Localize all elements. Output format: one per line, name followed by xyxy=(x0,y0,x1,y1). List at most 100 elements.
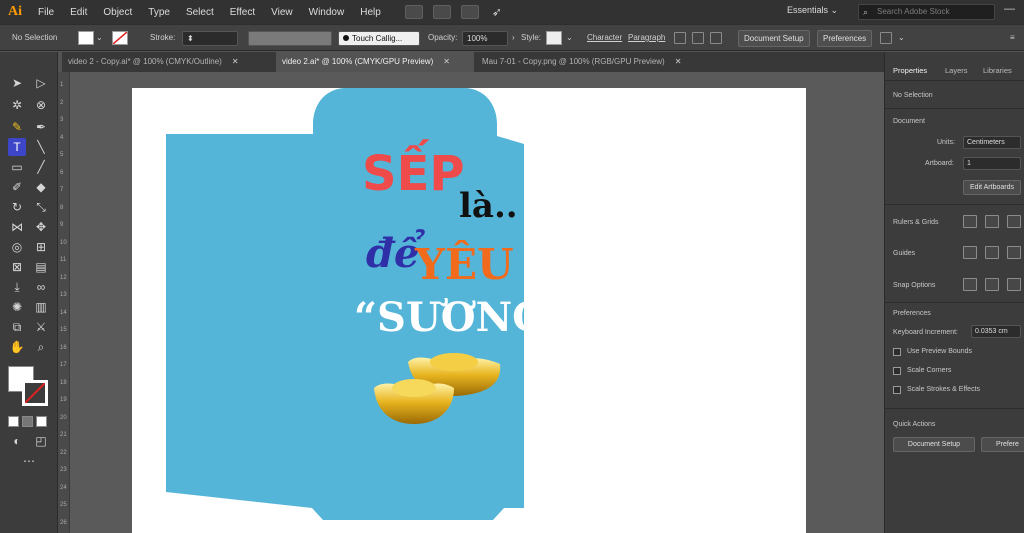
close-icon[interactable]: ✕ xyxy=(232,57,239,66)
width-tool-icon[interactable]: ⋈ xyxy=(8,218,26,236)
fill-swatch[interactable] xyxy=(78,31,94,45)
stock-search-input[interactable]: ⌕ Search Adobe Stock xyxy=(858,4,995,20)
pen-tool-icon[interactable]: ✎ xyxy=(8,118,26,136)
tab-video-2[interactable]: video 2.ai* @ 100% (CMYK/GPU Preview) ✕ xyxy=(276,52,474,72)
menu-edit[interactable]: Edit xyxy=(62,7,95,18)
menu-effect[interactable]: Effect xyxy=(222,7,263,18)
stroke-weight-field[interactable]: ⬍ xyxy=(182,31,238,46)
menu-view[interactable]: View xyxy=(263,7,301,18)
color-mode-icon[interactable] xyxy=(8,416,19,427)
chevron-down-icon[interactable]: ⌄ xyxy=(898,33,905,42)
menu-type[interactable]: Type xyxy=(140,7,178,18)
line-segment-tool-icon[interactable]: ╲ xyxy=(32,138,50,156)
direct-selection-tool-icon[interactable]: ▷ xyxy=(32,74,50,92)
artwork-text-sep[interactable]: SẾP xyxy=(362,146,465,202)
panel-menu-icon[interactable]: ≡ xyxy=(1010,33,1015,42)
menu-select[interactable]: Select xyxy=(178,7,222,18)
shape-builder-tool-icon[interactable]: ◎ xyxy=(8,238,26,256)
canvas[interactable]: SẾP là.. để YÊU “SƯƠNG” xyxy=(70,72,884,533)
type-tool-icon[interactable]: T xyxy=(8,138,26,156)
preferences-button[interactable]: Preferences xyxy=(817,30,873,47)
perspective-grid-tool-icon[interactable]: ⊞ xyxy=(32,238,50,256)
lasso-tool-icon[interactable]: ⊗ xyxy=(32,96,50,114)
document-setup-button[interactable]: Document Setup xyxy=(738,30,810,47)
eraser-tool-icon[interactable]: ◆ xyxy=(32,178,50,196)
magic-wand-tool-icon[interactable]: ✲ xyxy=(8,96,26,114)
tab-video-2-copy[interactable]: video 2 - Copy.ai* @ 100% (CMYK/Outline)… xyxy=(62,52,276,72)
chevron-down-icon[interactable]: ⌄ xyxy=(566,33,573,42)
artwork-text-de[interactable]: để xyxy=(366,230,419,277)
screen-mode-icon[interactable]: ◰ xyxy=(32,432,50,450)
align-left-icon[interactable] xyxy=(674,32,686,44)
workspace-switcher[interactable]: Essentials ⌄ xyxy=(787,5,838,16)
free-transform-tool-icon[interactable]: ✥ xyxy=(32,218,50,236)
units-select[interactable]: Centimeters xyxy=(963,136,1021,149)
draw-normal-icon[interactable]: ◐ xyxy=(8,432,26,450)
lock-guides-icon[interactable] xyxy=(985,246,999,259)
eyedropper-tool-icon[interactable]: ⤓ xyxy=(8,278,26,296)
snap-grid-icon[interactable] xyxy=(985,278,999,291)
scale-corners-checkbox[interactable] xyxy=(893,367,901,375)
artboard-select[interactable]: 1 xyxy=(963,157,1021,170)
minimize-icon[interactable]: — xyxy=(1004,3,1015,15)
arrange-documents-icon[interactable] xyxy=(460,5,479,19)
variable-width-profile[interactable] xyxy=(248,31,332,46)
gpu-performance-icon[interactable]: ➶ xyxy=(492,5,502,19)
use-preview-bounds-checkbox[interactable] xyxy=(893,348,901,356)
column-graph-tool-icon[interactable]: ▥ xyxy=(32,298,50,316)
gradient-tool-icon[interactable]: ▤ xyxy=(32,258,50,276)
menu-window[interactable]: Window xyxy=(301,7,353,18)
artwork-text-yeu[interactable]: YÊU xyxy=(415,240,514,289)
artwork-text-suong[interactable]: “SƯƠNG” xyxy=(354,294,569,341)
chevron-right-icon[interactable]: › xyxy=(512,33,515,42)
blend-tool-icon[interactable]: ∞ xyxy=(32,278,50,296)
vertical-ruler[interactable]: 1 2 3 4 5 6 7 8 9 10 11 12 13 14 15 16 17 18 19 20 21 22 23 24 2… xyxy=(58,72,70,533)
quick-document-setup-button[interactable]: Document Setup xyxy=(893,437,975,452)
tab-libraries[interactable]: Libraries xyxy=(983,66,1012,75)
gold-ingot-icon[interactable] xyxy=(372,348,512,438)
shaper-tool-icon[interactable]: ✐ xyxy=(8,178,26,196)
smart-guides-icon[interactable] xyxy=(1007,246,1021,259)
tab-mau-7-01[interactable]: Mau 7-01 - Copy.png @ 100% (RGB/GPU Prev… xyxy=(476,52,712,72)
keyboard-increment-field[interactable]: 0.0353 cm xyxy=(971,325,1021,338)
edit-artboards-button[interactable]: Edit Artboards xyxy=(963,180,1021,195)
grid-toggle-icon[interactable] xyxy=(985,215,999,228)
stroke-swatch[interactable] xyxy=(112,31,128,45)
guides-toggle-icon[interactable] xyxy=(963,246,977,259)
gradient-mode-icon[interactable] xyxy=(22,416,33,427)
chevron-down-icon[interactable]: ⌄ xyxy=(96,33,103,42)
artboard-tool-icon[interactable]: ⧉ xyxy=(8,318,26,336)
brush-definition[interactable]: Touch Callig... xyxy=(338,31,420,46)
opacity-field[interactable]: 100% xyxy=(462,31,508,46)
curvature-tool-icon[interactable]: ✒ xyxy=(32,118,50,136)
menu-object[interactable]: Object xyxy=(95,7,140,18)
rotate-tool-icon[interactable]: ↻ xyxy=(8,198,26,216)
menu-file[interactable]: File xyxy=(30,7,62,18)
artwork-text-la[interactable]: là.. xyxy=(459,186,518,226)
paragraph-link[interactable]: Paragraph xyxy=(628,33,665,42)
arrange-icon[interactable] xyxy=(880,32,892,44)
bridge-icon[interactable] xyxy=(404,5,423,19)
rectangle-tool-icon[interactable]: ▭ xyxy=(8,158,26,176)
graphic-style-swatch[interactable] xyxy=(546,31,562,45)
character-link[interactable]: Character xyxy=(587,33,622,42)
paintbrush-tool-icon[interactable]: ╱ xyxy=(32,158,50,176)
artboard[interactable]: SẾP là.. để YÊU “SƯƠNG” xyxy=(132,88,806,533)
align-center-icon[interactable] xyxy=(692,32,704,44)
transparency-grid-icon[interactable] xyxy=(1007,215,1021,228)
ruler-toggle-icon[interactable] xyxy=(963,215,977,228)
quick-preferences-button[interactable]: Prefere xyxy=(981,437,1024,452)
none-mode-icon[interactable] xyxy=(36,416,47,427)
symbol-sprayer-tool-icon[interactable]: ✺ xyxy=(8,298,26,316)
snap-point-icon[interactable] xyxy=(963,278,977,291)
edit-toolbar-icon[interactable]: ⋯ xyxy=(20,452,38,470)
close-icon[interactable]: ✕ xyxy=(675,57,682,66)
close-icon[interactable]: ✕ xyxy=(443,57,450,66)
stock-icon[interactable] xyxy=(432,5,451,19)
zoom-tool-icon[interactable]: ⌕ xyxy=(32,338,50,356)
tab-layers[interactable]: Layers xyxy=(945,66,968,75)
snap-pixel-icon[interactable] xyxy=(1007,278,1021,291)
hand-tool-icon[interactable]: ✋ xyxy=(8,338,26,356)
menu-help[interactable]: Help xyxy=(352,7,389,18)
stroke-color-icon[interactable] xyxy=(22,380,48,406)
